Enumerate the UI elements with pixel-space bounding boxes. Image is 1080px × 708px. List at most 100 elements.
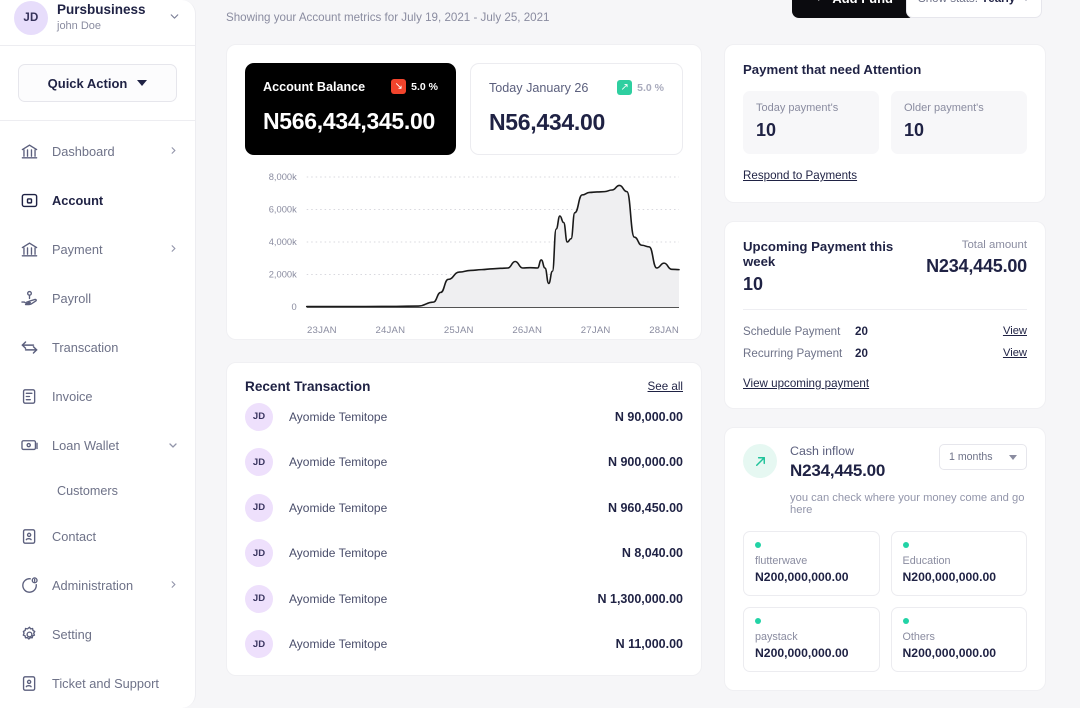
- cash-inflow-card: Cash inflow N234,445.00 1 months you can…: [724, 427, 1046, 691]
- cash-inflow-text: Cash inflow N234,445.00: [790, 444, 926, 481]
- table-row[interactable]: JD Ayomide Temitope N 8,040.00: [245, 531, 683, 577]
- transaction-amount: N 8,040.00: [621, 546, 683, 561]
- divider: [743, 309, 1027, 310]
- view-upcoming-payment-link[interactable]: View upcoming payment: [743, 377, 869, 390]
- status-dot-icon: [755, 542, 761, 548]
- schedule-payment-row: Schedule Payment 20 View: [743, 320, 1027, 342]
- svg-text:2,000k: 2,000k: [269, 270, 297, 280]
- sidebar-label: Transcation: [52, 340, 119, 355]
- respond-to-payments-link[interactable]: Respond to Payments: [743, 169, 857, 182]
- quick-action-wrap: Quick Action: [0, 46, 195, 103]
- upcoming-payment-title: Upcoming Payment this week: [743, 239, 894, 269]
- sidebar-item-setting[interactable]: Setting: [0, 610, 195, 659]
- sidebar-item-account[interactable]: Account: [0, 176, 195, 225]
- transaction-amount: N 11,000.00: [615, 637, 683, 652]
- category-box: paystack N200,000,000.00: [743, 607, 880, 672]
- sidebar-item-payment[interactable]: Payment: [0, 225, 195, 274]
- total-amount-value: N234,445.00: [926, 256, 1027, 276]
- brand-switcher[interactable]: JD Pursbusiness john Doe: [0, 0, 195, 39]
- cash-inflow-period-dropdown[interactable]: 1 months: [939, 444, 1027, 470]
- avatar: JD: [245, 448, 273, 477]
- schedule-payment-value: 20: [855, 324, 868, 338]
- chart-svg: 8,000k 6,000k 4,000k 2,000k 0: [269, 172, 680, 312]
- today-balance-trend: ↗ 5.0 %: [617, 80, 664, 95]
- chevron-right-icon: [168, 579, 179, 592]
- chevron-down-icon[interactable]: [168, 10, 181, 26]
- sidebar-item-contact[interactable]: Contact: [0, 512, 195, 561]
- category-name: paystack: [755, 631, 798, 643]
- svg-text:0: 0: [292, 302, 297, 312]
- transfer-arrows-icon: [20, 338, 39, 357]
- sidebar-item-invoice[interactable]: Invoice: [0, 372, 195, 421]
- status-dot-icon: [902, 542, 909, 548]
- caret-down-icon: [137, 80, 148, 87]
- caret-down-icon: [1009, 454, 1017, 460]
- category-value: N200,000,000.00: [902, 570, 997, 584]
- show-stats-dropdown[interactable]: Show stats: Yearly: [906, 0, 1042, 18]
- older-payments-value: 10: [904, 120, 925, 140]
- balance-row: Account Balance ↘ 5.0 % N566,434,345.00 …: [245, 63, 683, 155]
- ticket-icon: [20, 674, 39, 693]
- sidebar-nav: Dashboard Account Payment Payroll Transc…: [0, 121, 195, 708]
- table-row[interactable]: JD Ayomide Temitope N 900,000.00: [245, 440, 683, 486]
- add-fund-button[interactable]: + Add Fund: [792, 0, 915, 18]
- bank-icon: [20, 240, 39, 259]
- sidebar-item-loan-wallet[interactable]: Loan Wallet: [0, 421, 195, 470]
- table-row[interactable]: JD Ayomide Temitope N 960,450.00: [245, 485, 683, 531]
- avatar: JD: [245, 402, 273, 431]
- table-row[interactable]: JD Ayomide Temitope N 1,300,000.00: [245, 576, 683, 622]
- sidebar-item-administration[interactable]: Administration: [0, 561, 195, 610]
- sidebar-item-ticket-and-support[interactable]: Ticket and Support: [0, 659, 195, 708]
- recent-transaction-title: Recent Transaction: [245, 379, 371, 394]
- today-balance-head: Today January 26 ↗ 5.0 %: [489, 80, 664, 95]
- table-row[interactable]: JD Ayomide Temitope N 11,000.00: [245, 622, 683, 668]
- cash-inflow-period-value: 1 months: [949, 451, 993, 463]
- avatar: JD: [245, 584, 273, 613]
- payment-attention-boxes: Today payment's 10 Older payment's 10: [743, 91, 1027, 154]
- balance-card: Account Balance ↘ 5.0 % N566,434,345.00 …: [226, 44, 702, 340]
- plus-icon: +: [814, 0, 823, 6]
- recurring-payment-view-link[interactable]: View: [1003, 347, 1027, 359]
- payroll-hand-icon: [20, 289, 39, 308]
- upcoming-payment-top: Upcoming Payment this week 10 Total amou…: [743, 239, 1027, 295]
- table-row[interactable]: JD Ayomide Temitope N 90,000.00: [245, 394, 683, 440]
- transaction-name: Ayomide Temitope: [289, 546, 388, 561]
- transaction-name: Ayomide Temitope: [289, 591, 388, 606]
- account-balance-pct: 5.0 %: [411, 80, 438, 93]
- recent-transaction-header: Recent Transaction See all: [245, 379, 683, 394]
- sidebar-label: Administration: [52, 578, 134, 593]
- bank-icon: [20, 142, 39, 161]
- total-amount-label: Total amount: [961, 239, 1027, 251]
- avatar: JD: [245, 630, 273, 659]
- sidebar-item-transcation[interactable]: Transcation: [0, 323, 195, 372]
- category-value: N200,000,000.00: [902, 646, 997, 660]
- chevron-right-icon: [168, 243, 179, 256]
- invoice-icon: [20, 387, 39, 406]
- see-all-link[interactable]: See all: [648, 380, 683, 393]
- admin-shield-icon: [20, 576, 39, 595]
- transaction-name: Ayomide Temitope: [289, 637, 388, 652]
- page-title: Account: [226, 0, 302, 6]
- schedule-payment-view-link[interactable]: View: [1003, 325, 1027, 337]
- main-content: Account Showing your Account metrics for…: [196, 0, 1080, 708]
- today-balance-pct: 5.0 %: [637, 81, 664, 94]
- sidebar-label: Setting: [52, 627, 92, 642]
- transaction-name: Ayomide Temitope: [289, 500, 388, 515]
- cash-inflow-label: Cash inflow: [790, 444, 855, 458]
- svg-text:8,000k: 8,000k: [269, 172, 297, 182]
- svg-text:6,000k: 6,000k: [269, 205, 297, 215]
- cash-inflow-note: you can check where your money come and …: [790, 492, 1025, 516]
- sidebar-item-customers[interactable]: Customers: [0, 470, 195, 512]
- sidebar-item-dashboard[interactable]: Dashboard: [0, 127, 195, 176]
- sidebar-item-payroll[interactable]: Payroll: [0, 274, 195, 323]
- cash-inflow-categories: flutterwave N200,000,000.00 Education N200,…: [743, 531, 1027, 672]
- transaction-name: Ayomide Temitope: [289, 455, 388, 470]
- add-fund-label: Add Fund: [832, 0, 893, 6]
- upcoming-payment-right: Total amount N234,445.00: [926, 239, 1027, 277]
- chevron-down-icon: [167, 439, 179, 453]
- page-title-text: Account: [226, 0, 302, 6]
- status-dot-icon: [902, 618, 909, 624]
- upcoming-payment-card: Upcoming Payment this week 10 Total amou…: [724, 221, 1046, 409]
- quick-action-button[interactable]: Quick Action: [18, 64, 177, 103]
- show-stats-value: Yearly: [981, 0, 1015, 5]
